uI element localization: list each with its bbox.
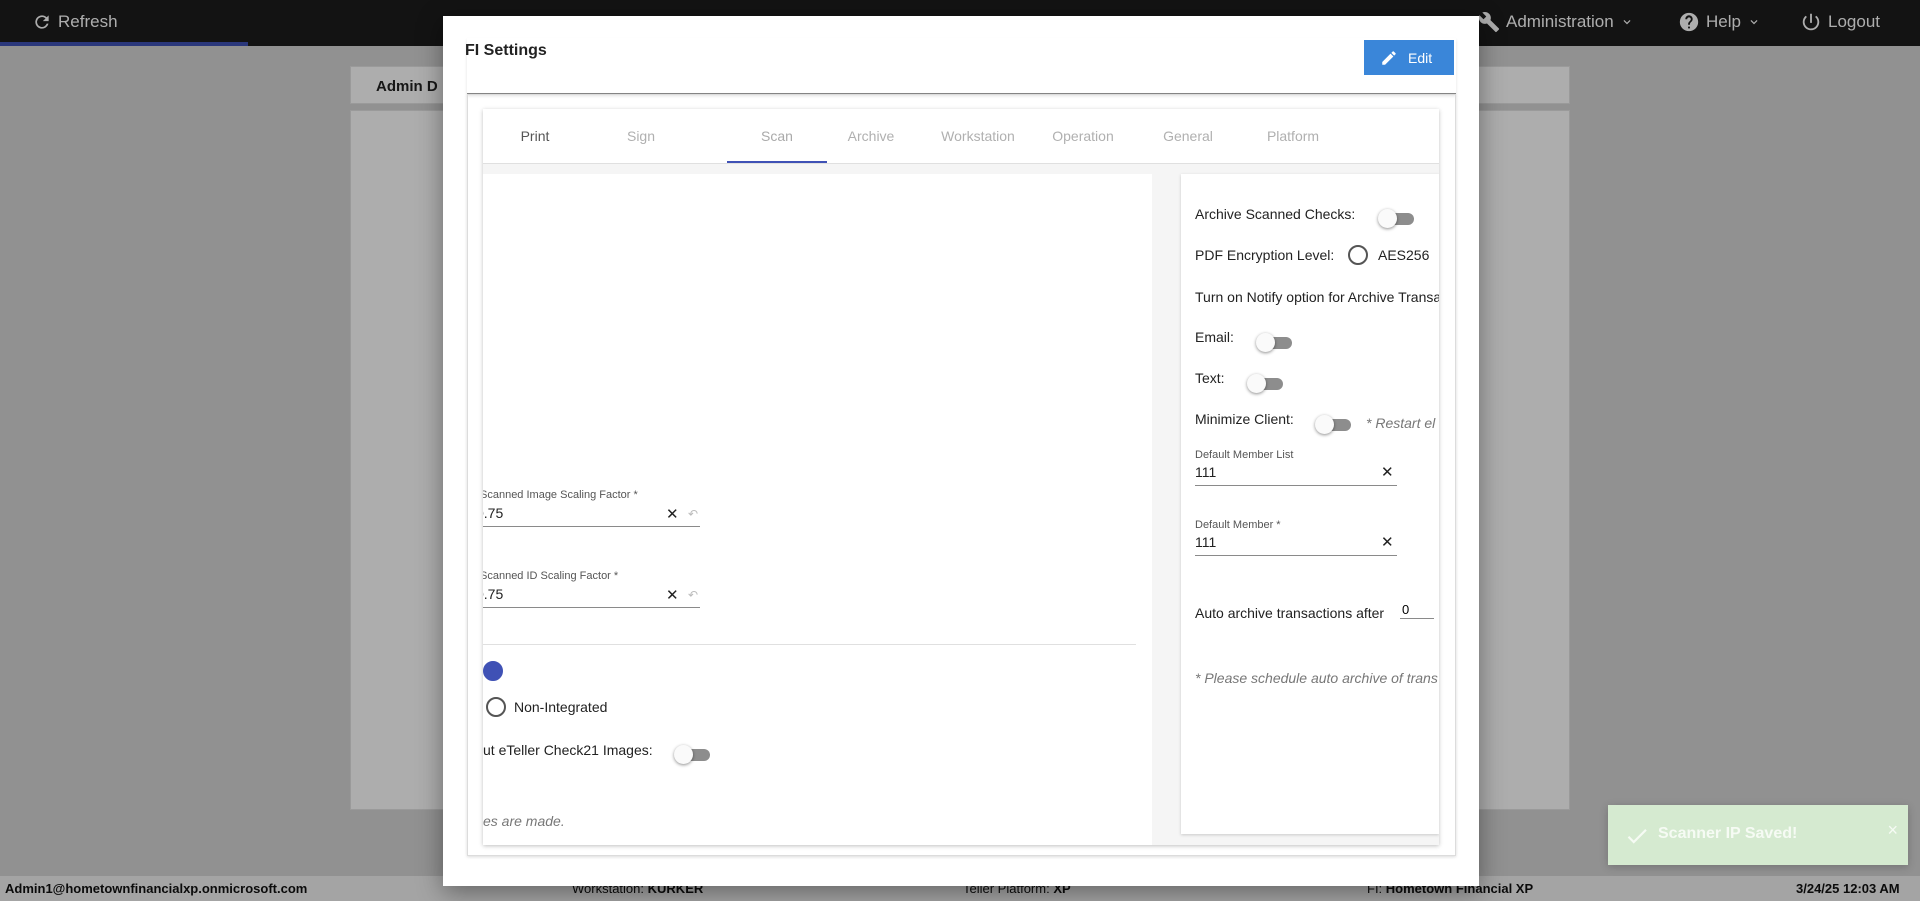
clear-icon[interactable]: ✕ [666, 588, 679, 603]
minimize-client-label: Minimize Client: [1195, 411, 1294, 427]
input-underline [483, 607, 700, 608]
check21-images-label: ut eTeller Check21 Images: [483, 742, 653, 758]
input-underline [1195, 555, 1397, 556]
check-icon [1627, 829, 1647, 844]
input-underline [483, 526, 700, 527]
non-integrated-label: Non-Integrated [514, 699, 608, 715]
tab-print[interactable]: Print [485, 109, 585, 163]
tab-general[interactable]: General [1138, 109, 1238, 163]
settings-panel: Print Sign Scan Archive Workstation Oper… [467, 94, 1456, 856]
scanned-id-scaling-input[interactable]: 0.75 [483, 586, 503, 602]
default-member-label: Default Member * [1195, 519, 1281, 531]
pdf-encryption-label: PDF Encryption Level: [1195, 247, 1335, 263]
text-label: Text: [1195, 370, 1225, 386]
email-label: Email: [1195, 329, 1234, 345]
restart-note: * Restart el [1366, 415, 1436, 431]
clear-icon[interactable]: ✕ [1381, 465, 1394, 480]
scanned-image-scaling-input[interactable]: 0.75 [483, 505, 503, 521]
fi-settings-dialog: FI Settings Edit Print Sign Scan Archive… [443, 16, 1479, 886]
input-underline [1195, 485, 1397, 486]
tab-sign[interactable]: Sign [591, 109, 691, 163]
minimize-client-toggle[interactable] [1315, 414, 1351, 434]
non-integrated-radio[interactable] [486, 697, 506, 717]
clear-icon[interactable]: ✕ [1381, 535, 1394, 550]
pencil-icon [1382, 50, 1396, 65]
edit-button[interactable]: Edit [1364, 40, 1454, 75]
dialog-title: FI Settings [465, 42, 547, 59]
changes-note: es are made. [483, 813, 565, 829]
scan-settings-column: Scanned Image Scaling Factor * 0.75 ✕ ↶ … [483, 174, 1152, 845]
text-notify-toggle[interactable] [1247, 373, 1283, 393]
archive-settings-column: Archive Scanned Checks: PDF Encryption L… [1181, 174, 1439, 834]
settings-content-card: Print Sign Scan Archive Workstation Oper… [483, 109, 1439, 845]
success-toast: Scanner IP Saved! × [1608, 805, 1908, 865]
clear-icon[interactable]: ✕ [666, 507, 679, 522]
toast-message: Scanner IP Saved! [1658, 825, 1798, 842]
edit-label: Edit [1408, 49, 1433, 66]
aes256-radio[interactable] [1348, 245, 1368, 265]
schedule-note: * Please schedule auto archive of trans [1195, 670, 1438, 686]
undo-icon[interactable]: ↶ [688, 588, 698, 602]
email-notify-toggle[interactable] [1256, 332, 1292, 352]
archive-scanned-checks-label: Archive Scanned Checks: [1195, 206, 1356, 222]
scanned-image-scaling-label: Scanned Image Scaling Factor * [483, 489, 638, 501]
auto-archive-days-input[interactable] [1400, 601, 1434, 619]
section-divider [483, 644, 1136, 645]
notify-option-text: Turn on Notify option for Archive Transa [1195, 289, 1439, 305]
undo-icon[interactable]: ↶ [688, 507, 698, 521]
tab-operation[interactable]: Operation [1033, 109, 1133, 163]
tab-archive[interactable]: Archive [821, 109, 921, 163]
auto-archive-label: Auto archive transactions after [1195, 605, 1385, 621]
default-member-input[interactable]: 111 [1195, 534, 1216, 550]
settings-tabs: Print Sign Scan Archive Workstation Oper… [483, 109, 1439, 164]
integrated-radio[interactable] [483, 661, 503, 681]
tab-platform[interactable]: Platform [1243, 109, 1343, 163]
default-member-list-input[interactable]: 111 [1195, 464, 1216, 480]
check21-images-toggle[interactable] [674, 744, 710, 764]
aes256-label: AES256 [1378, 247, 1430, 263]
scanned-id-scaling-label: Scanned ID Scaling Factor * [483, 570, 619, 582]
dialog-header [467, 38, 1456, 94]
archive-scanned-checks-toggle[interactable] [1378, 208, 1414, 228]
close-icon[interactable]: × [1887, 820, 1898, 841]
tab-workstation[interactable]: Workstation [928, 109, 1028, 163]
tab-scan[interactable]: Scan [727, 109, 827, 163]
default-member-list-label: Default Member List [1195, 449, 1294, 461]
